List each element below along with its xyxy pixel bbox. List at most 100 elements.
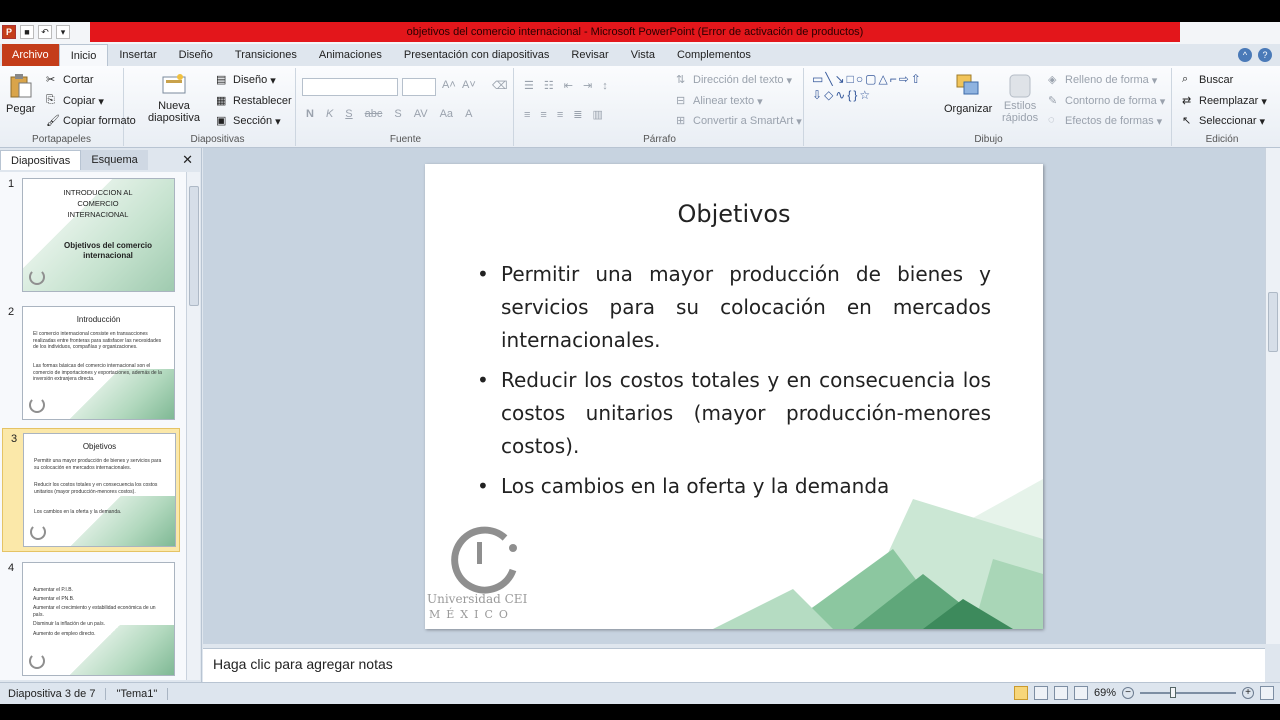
bullets-icon[interactable]: ☰ [524, 79, 534, 92]
normal-view-button[interactable] [1013, 686, 1028, 700]
shape-right-arrow-icon[interactable]: ⇨ [899, 72, 909, 86]
slide-bullet-2[interactable]: • Reducir los costos totales y en consec… [477, 364, 997, 464]
tab-transiciones[interactable]: Transiciones [224, 44, 308, 66]
shape-arrow-icon[interactable]: ↘ [835, 72, 845, 86]
section-button[interactable]: ▣ Sección ▾ [216, 114, 281, 128]
tab-animaciones[interactable]: Animaciones [308, 44, 393, 66]
grow-font-button[interactable]: A˄ [442, 79, 456, 91]
tab-presentacion[interactable]: Presentación con diapositivas [393, 44, 561, 66]
format-painter-button[interactable]: 🖌 Copiar formato [46, 114, 136, 128]
layout-button[interactable]: ▤ Diseño ▾ [216, 73, 276, 87]
strike-button[interactable]: abc [365, 108, 383, 120]
editor-scrollbar[interactable] [1265, 148, 1280, 644]
shape-diamond-icon[interactable]: ◇ [824, 88, 833, 102]
arrange-button[interactable]: Organizar [944, 72, 992, 115]
quick-styles-button[interactable]: Estilos rápidos [1002, 72, 1038, 124]
shape-rect-icon[interactable]: □ [847, 72, 854, 86]
tab-diseno[interactable]: Diseño [168, 44, 224, 66]
shape-elbow-icon[interactable]: ⌐ [890, 72, 897, 86]
zoom-in-icon[interactable]: + [1242, 687, 1254, 699]
tab-inicio[interactable]: Inicio [58, 43, 109, 67]
shrink-font-button[interactable]: A˅ [462, 79, 476, 91]
smartart-button[interactable]: ⊞ Convertir a SmartArt ▾ [676, 114, 802, 128]
select-button[interactable]: ↖ Seleccionar ▾ [1182, 114, 1265, 128]
cut-button[interactable]: ✂ Cortar [46, 73, 94, 87]
fit-window-button[interactable] [1260, 686, 1274, 700]
shape-line-icon[interactable]: ╲ [825, 72, 832, 86]
shape-fill-button[interactable]: ◈ Relleno de forma ▾ [1048, 73, 1157, 87]
slide-thumbnail-1[interactable]: 1 INTRODUCCION AL COMERCIO INTERNACIONAL… [0, 174, 186, 298]
font-color-button[interactable]: A [465, 108, 472, 120]
zoom-out-icon[interactable]: − [1122, 687, 1134, 699]
line-spacing-icon[interactable]: ↕ [602, 80, 608, 92]
shadow-button[interactable]: S [394, 108, 401, 120]
slide-thumbnail-2[interactable]: 2 Introducción El comercio internacional… [0, 302, 186, 426]
save-icon[interactable]: ■ [20, 25, 34, 39]
italic-button[interactable]: K [326, 108, 333, 120]
shape-brace-close-icon[interactable]: } [853, 88, 857, 102]
slide-bullet-3[interactable]: • Los cambios en la oferta y la demanda [477, 470, 997, 504]
shape-effects-button[interactable]: ◌ Efectos de formas ▾ [1048, 114, 1162, 128]
reset-button[interactable]: ▦ Restablecer [216, 94, 292, 108]
shape-up-arrow-icon[interactable]: ⇧ [911, 72, 921, 86]
increase-indent-icon[interactable]: ⇥ [583, 79, 592, 92]
shape-textbox-icon[interactable]: ▭ [812, 72, 823, 86]
font-family-select[interactable] [302, 78, 398, 96]
shape-curve-icon[interactable]: ∿ [835, 88, 845, 102]
current-slide[interactable]: Objetivos • Permitir una mayor producció… [425, 164, 1043, 629]
shape-oval-icon[interactable]: ○ [856, 72, 863, 86]
align-text-button[interactable]: ⊟ Alinear texto ▾ [676, 94, 763, 108]
clear-format-icon[interactable]: ⌫ [492, 79, 508, 92]
spacing-button[interactable]: AV [414, 108, 428, 120]
shape-down-arrow-icon[interactable]: ⇩ [812, 88, 822, 102]
find-button[interactable]: ⌕ Buscar [1182, 73, 1233, 87]
case-button[interactable]: Aa [440, 108, 453, 120]
underline-button[interactable]: S [345, 108, 352, 120]
tab-vista[interactable]: Vista [620, 44, 666, 66]
shape-brace-icon[interactable]: { [847, 88, 851, 102]
columns-icon[interactable]: ▥ [592, 108, 602, 121]
customize-qat-icon[interactable]: ▾ [56, 25, 70, 39]
scrollbar-thumb[interactable] [189, 186, 199, 306]
thumbnail-scrollbar[interactable] [186, 172, 200, 680]
shape-triangle-icon[interactable]: △ [878, 72, 887, 86]
minimize-ribbon-icon[interactable]: ^ [1238, 48, 1252, 62]
align-center-icon[interactable]: ≡ [540, 109, 546, 121]
numbering-icon[interactable]: ☷ [544, 79, 554, 92]
bold-button[interactable]: N [306, 108, 314, 120]
slide-thumbnail-4[interactable]: 4 Aumentar el P.I.B. Aumentar el PN.B. A… [0, 558, 186, 680]
close-panel-icon[interactable]: ✕ [182, 152, 193, 168]
text-direction-button[interactable]: ⇅ Dirección del texto ▾ [676, 73, 792, 87]
justify-icon[interactable]: ≣ [573, 108, 582, 121]
new-slide-button[interactable]: Nueva diapositiva [148, 72, 200, 124]
shape-rounded-icon[interactable]: ▢ [865, 72, 876, 86]
tab-archivo[interactable]: Archivo [2, 44, 59, 66]
tab-diapositivas[interactable]: Diapositivas [0, 150, 82, 170]
powerpoint-app-icon[interactable]: P [2, 25, 16, 39]
tab-esquema[interactable]: Esquema [81, 150, 148, 170]
notes-pane[interactable]: Haga clic para agregar notas [203, 648, 1265, 682]
shape-star-icon[interactable]: ☆ [859, 88, 870, 102]
scrollbar-thumb[interactable] [1268, 292, 1278, 352]
help-icon[interactable]: ? [1258, 48, 1272, 62]
zoom-knob[interactable] [1169, 687, 1176, 698]
replace-button[interactable]: ⇄ Reemplazar ▾ [1182, 94, 1267, 108]
paste-button[interactable]: Pegar [6, 72, 35, 115]
undo-icon[interactable]: ↶ [38, 25, 52, 39]
slide-thumbnail-3[interactable]: 3 Objetivos Permitir una mayor producció… [2, 428, 180, 552]
decrease-indent-icon[interactable]: ⇤ [564, 79, 573, 92]
copy-button[interactable]: ⎘ Copiar ▾ [46, 94, 104, 108]
zoom-level[interactable]: 69% [1094, 687, 1116, 699]
tab-complementos[interactable]: Complementos [666, 44, 762, 66]
tab-insertar[interactable]: Insertar [108, 44, 167, 66]
slide-bullet-1[interactable]: • Permitir una mayor producción de biene… [477, 258, 997, 358]
font-size-select[interactable] [402, 78, 436, 96]
tab-revisar[interactable]: Revisar [560, 44, 619, 66]
zoom-slider[interactable] [1140, 686, 1236, 700]
slideshow-button[interactable] [1073, 686, 1088, 700]
align-left-icon[interactable]: ≡ [524, 109, 530, 121]
slide-sorter-button[interactable] [1033, 686, 1048, 700]
shapes-gallery[interactable]: ▭ ╲ ↘ □ ○ ▢ △ ⌐ ⇨ ⇧ ⇩ ◇ ∿{} ☆ [812, 72, 932, 102]
align-right-icon[interactable]: ≡ [557, 109, 563, 121]
reading-view-button[interactable] [1053, 686, 1068, 700]
